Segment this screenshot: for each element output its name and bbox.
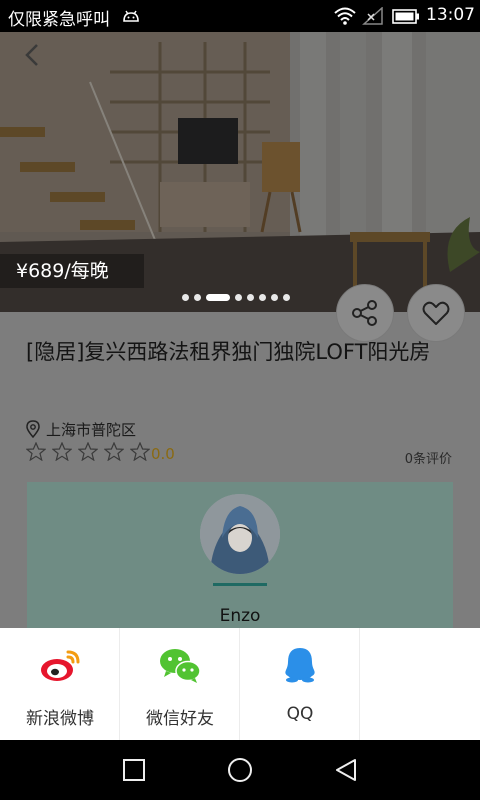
- signal-icon: [362, 7, 383, 25]
- share-qq-button[interactable]: QQ: [240, 628, 360, 740]
- share-wechat-button[interactable]: 微信好友: [120, 628, 240, 740]
- star-icon: [78, 442, 98, 461]
- avatar-image: [200, 494, 280, 574]
- share-button[interactable]: [336, 284, 394, 342]
- star-icon: [52, 442, 72, 461]
- circle-home-icon[interactable]: [226, 756, 254, 784]
- page-dot: [271, 294, 278, 301]
- carrier-text: 仅限紧急呼叫: [8, 10, 110, 30]
- share-sheet: 新浪微博 微信好友 QQ: [0, 628, 480, 740]
- page-dot: [194, 294, 201, 301]
- share-weibo-label: 新浪微博: [26, 709, 94, 729]
- listing-title: [隐居]复兴西路法租界独门独院LOFT阳光房: [26, 340, 431, 364]
- location-pin-icon: [26, 420, 40, 438]
- wifi-icon: [334, 7, 356, 25]
- share-icon: [352, 300, 377, 326]
- wechat-icon: [160, 649, 201, 683]
- host-card[interactable]: Enzo: [27, 482, 453, 628]
- status-time: 13:07: [426, 5, 475, 25]
- rating-value: 0.0: [151, 445, 175, 463]
- status-bar: 仅限紧急呼叫 13:07: [0, 0, 480, 32]
- android-debug-icon: [123, 10, 139, 22]
- price-tag: ¥689/每晚: [0, 254, 144, 288]
- weibo-icon: [41, 650, 80, 681]
- heart-icon: [422, 301, 450, 325]
- page-dot: [283, 294, 290, 301]
- listing-photo-carousel[interactable]: ¥689/每晚: [0, 32, 480, 312]
- location-text: 上海市普陀区: [46, 421, 137, 439]
- review-count[interactable]: 0条评价: [405, 448, 452, 467]
- star-icon: [26, 442, 46, 461]
- page-dot: [259, 294, 266, 301]
- square-recents-icon[interactable]: [120, 756, 148, 784]
- host-avatar[interactable]: [200, 494, 280, 574]
- star-icon: [104, 442, 124, 461]
- share-wechat-label: 微信好友: [146, 709, 214, 729]
- qq-icon: [285, 648, 315, 683]
- host-name: Enzo: [219, 606, 261, 626]
- system-nav-bar: [0, 740, 480, 800]
- triangle-back-icon[interactable]: [332, 756, 360, 784]
- page-dot: [235, 294, 242, 301]
- favorite-button[interactable]: [407, 284, 465, 342]
- share-empty-slot: [360, 628, 480, 740]
- page-dot-active: [206, 294, 230, 301]
- page-dot: [182, 294, 189, 301]
- battery-icon: [392, 9, 419, 24]
- host-underline: [213, 583, 267, 586]
- page-dot: [247, 294, 254, 301]
- star-icon: [130, 442, 150, 461]
- listing-detail-screen: ¥689/每晚 [隐居]复兴西路法租界独门独院LOFT阳光房 上海市普陀区 0.…: [0, 32, 480, 628]
- share-weibo-button[interactable]: 新浪微博: [0, 628, 120, 740]
- share-qq-label: QQ: [286, 704, 314, 724]
- back-arrow-icon[interactable]: [20, 42, 46, 68]
